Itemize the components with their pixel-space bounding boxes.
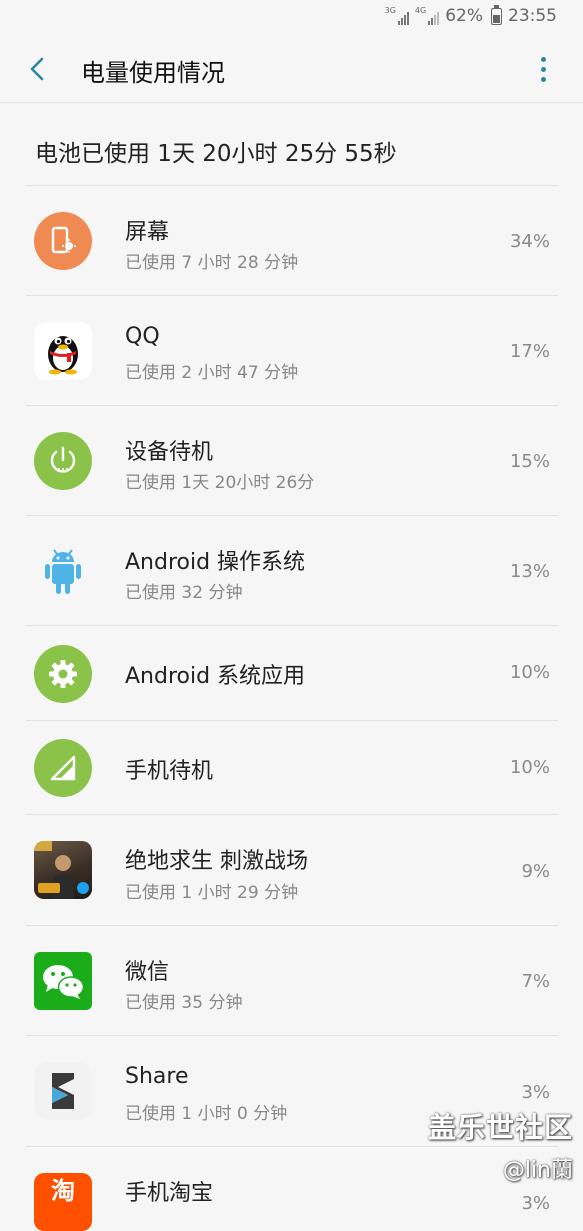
- item-percent: 13%: [509, 561, 550, 582]
- watermark-user: @lin蘭: [502, 1158, 573, 1183]
- item-percent: 34%: [509, 231, 550, 252]
- item-name: QQ: [125, 324, 160, 349]
- item-usage: 已使用 32 分钟: [125, 583, 243, 603]
- app-bar: 电量使用情况: [0, 36, 583, 103]
- back-button[interactable]: [22, 52, 56, 86]
- item-percent: 10%: [509, 662, 550, 683]
- item-name: 绝地求生 刺激战场: [125, 849, 308, 874]
- battery-usage-summary: 电池已使用 1天 20小时 25分 55秒: [35, 141, 397, 167]
- list-item[interactable]: 手机待机 10%: [0, 721, 583, 815]
- network-type-label: 4G: [414, 6, 427, 15]
- gear-icon: [34, 645, 92, 703]
- more-options-button[interactable]: [533, 54, 553, 84]
- item-percent: 3%: [521, 1193, 550, 1214]
- list-item[interactable]: QQ 已使用 2 小时 47 分钟 17%: [0, 296, 583, 406]
- signal-3g-icon: 3G: [385, 7, 409, 25]
- list-item[interactable]: 微信 已使用 35 分钟 7%: [0, 926, 583, 1036]
- item-name: 微信: [125, 960, 170, 985]
- item-name: 手机淘宝: [125, 1181, 214, 1206]
- item-percent: 3%: [521, 1082, 550, 1103]
- item-name: Share: [125, 1064, 189, 1089]
- clock: 23:55: [508, 6, 557, 26]
- page-title: 电量使用情况: [81, 59, 225, 87]
- item-percent: 17%: [509, 341, 550, 362]
- battery-percent: 62%: [445, 6, 483, 26]
- usage-list: 屏幕 已使用 7 小时 28 分钟 34% QQ 已使用 2 小时 47 分钟 …: [0, 186, 583, 1231]
- item-name: 设备待机: [125, 440, 214, 465]
- signal-icon: [34, 739, 92, 797]
- item-name: Android 操作系统: [125, 550, 306, 575]
- wechat-icon: [34, 952, 92, 1010]
- list-item[interactable]: 设备待机 已使用 1天 20小时 26分 15%: [0, 406, 583, 516]
- list-item[interactable]: Android 系统应用 10%: [0, 626, 583, 721]
- item-percent: 10%: [509, 757, 550, 778]
- item-usage: 已使用 1 小时 29 分钟: [125, 883, 299, 903]
- back-arrow-icon: [30, 57, 44, 81]
- item-name: 手机待机: [125, 759, 214, 784]
- power-standby-icon: [34, 432, 92, 490]
- screen-icon: [34, 212, 92, 270]
- android-robot-icon: [34, 542, 92, 600]
- list-item[interactable]: Android 操作系统 已使用 32 分钟 13%: [0, 516, 583, 626]
- item-usage: 已使用 1 小时 0 分钟: [125, 1104, 288, 1124]
- item-usage: 已使用 7 小时 28 分钟: [125, 253, 299, 273]
- item-percent: 7%: [521, 971, 550, 992]
- item-name: Android 系统应用: [125, 664, 306, 689]
- watermark-site: 盖乐世社区: [427, 1111, 573, 1144]
- item-percent: 15%: [509, 451, 550, 472]
- watermark: 盖乐世社区 @lin蘭: [428, 1106, 573, 1184]
- share-app-icon: [34, 1062, 92, 1120]
- item-usage: 已使用 2 小时 47 分钟: [125, 363, 299, 383]
- item-usage: 已使用 1天 20小时 26分: [125, 473, 315, 493]
- pubg-game-icon: [34, 841, 92, 899]
- status-bar: 3G 4G 62% 23:55: [0, 0, 583, 36]
- list-item[interactable]: 绝地求生 刺激战场 已使用 1 小时 29 分钟 9%: [0, 815, 583, 926]
- signal-4g-icon: 4G: [414, 6, 440, 25]
- item-name: 屏幕: [125, 220, 170, 245]
- network-type-label: 3G: [384, 6, 396, 15]
- list-item[interactable]: 屏幕 已使用 7 小时 28 分钟 34%: [0, 186, 583, 296]
- item-usage: 已使用 35 分钟: [125, 993, 243, 1013]
- item-percent: 9%: [521, 861, 550, 882]
- battery-icon: [491, 4, 502, 25]
- taobao-icon: 淘: [34, 1173, 92, 1231]
- svg-text:淘: 淘: [51, 1177, 75, 1203]
- qq-penguin-icon: [34, 322, 92, 380]
